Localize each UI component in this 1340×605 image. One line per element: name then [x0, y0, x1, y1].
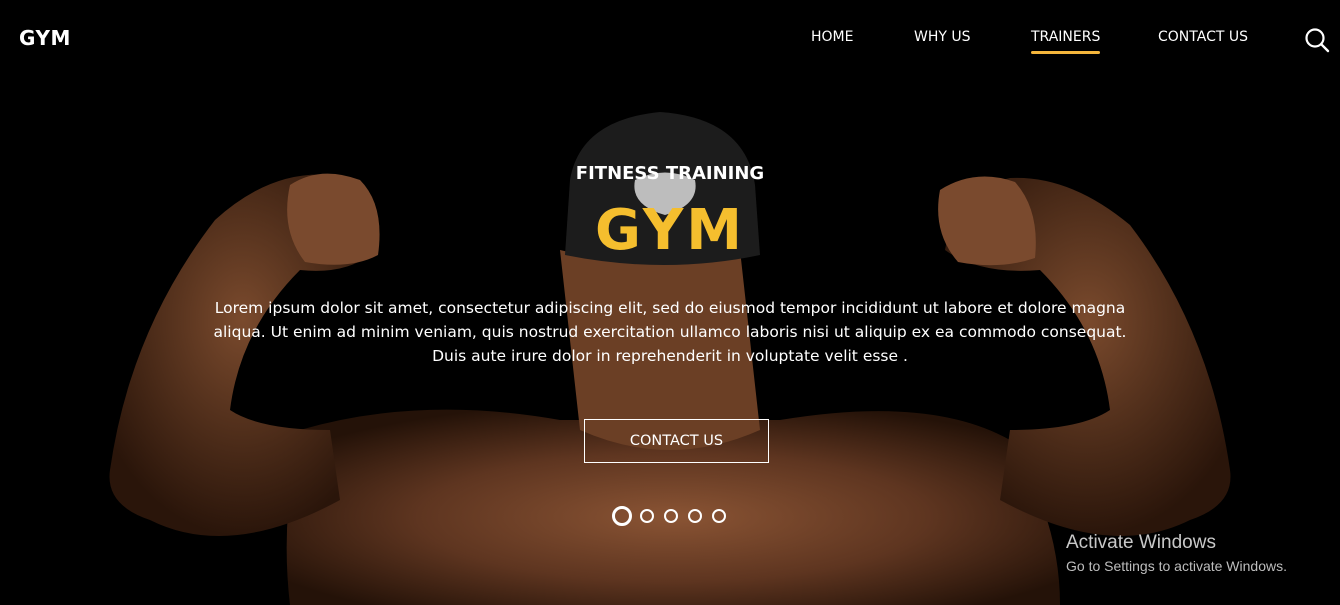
watermark-subtitle: Go to Settings to activate Windows.	[1066, 558, 1287, 574]
slider-dot[interactable]	[640, 509, 654, 523]
slider-dot[interactable]	[612, 506, 632, 526]
slider-dot[interactable]	[688, 509, 702, 523]
windows-activation-watermark: Activate Windows Go to Settings to activ…	[1066, 532, 1287, 574]
slider-dot[interactable]	[712, 509, 726, 523]
watermark-title: Activate Windows	[1066, 532, 1216, 553]
hero-section: FITNESS TRAINING GYM Lorem ipsum dolor s…	[0, 0, 1340, 605]
hero-description: Lorem ipsum dolor sit amet, consectetur …	[213, 299, 1127, 365]
slider-dot[interactable]	[664, 509, 678, 523]
contact-us-button[interactable]: CONTACT US	[584, 419, 769, 463]
hero-subtitle: FITNESS TRAINING	[575, 163, 765, 184]
hero-title: GYM	[594, 198, 745, 263]
